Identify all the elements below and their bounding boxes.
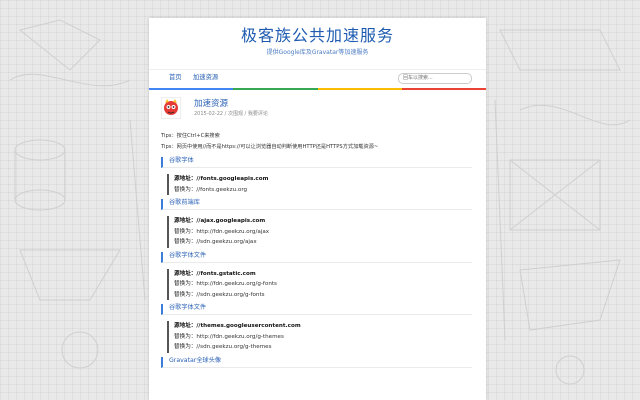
site-header: 极客族公共加速服务 提供Google库及Gravatar等加速服务	[149, 18, 486, 66]
post-views: 次围观	[227, 111, 243, 117]
replace-url: http://fdn.geekzu.org/ajax	[196, 228, 270, 235]
section-title: 谷歌前端库	[161, 199, 472, 210]
source-url: //ajax.googleapis.com	[196, 218, 266, 224]
source-line: 源地址：//fonts.googleapis.com	[174, 174, 486, 185]
replace-line: 替换为：//sdn.geekzu.org/ajax	[174, 237, 486, 248]
content-page: 极客族公共加速服务 提供Google库及Gravatar等加速服务 首页 加速资…	[149, 18, 486, 400]
post-meta: 2015-02-22 / 次围观 / 我要评论	[194, 111, 268, 118]
replace-line: 替换为：//fonts.geekzu.org	[174, 185, 486, 196]
post-header: 加速资源 2015-02-22 / 次围观 / 我要评论	[149, 97, 486, 129]
url-box: 源地址：//fonts.gstatic.com 替换为：http://fdn.g…	[167, 268, 486, 301]
source-url: //fonts.gstatic.com	[196, 270, 256, 277]
replace-url: //sdn.geekzu.org/g-themes	[196, 344, 272, 350]
replace-label: 替换为：	[174, 344, 197, 350]
source-label: 源地址：	[174, 270, 197, 277]
section-title: 谷歌字体文件	[161, 251, 472, 263]
source-url: //themes.googleusercontent.com	[196, 323, 301, 329]
replace-label: 替换为：	[174, 333, 197, 340]
post-title[interactable]: 加速资源	[194, 99, 228, 109]
section-title: 谷歌字体	[161, 157, 472, 168]
avatar-icon	[161, 97, 181, 119]
replace-line: 替换为：http://fdn.geekzu.org/g-fonts	[174, 279, 486, 290]
replace-url: //fonts.geekzu.org	[196, 186, 248, 193]
section-gravatar: Gravatar全球头像	[161, 356, 486, 368]
color-stripe-blue	[149, 88, 234, 90]
section-google-ajax: 谷歌前端库 源地址：//ajax.googleapis.com 替换为：http…	[161, 199, 486, 248]
replace-url: //sdn.geekzu.org/g-fonts	[196, 291, 265, 298]
site-title[interactable]: 极客族公共加速服务	[149, 18, 486, 46]
source-label: 源地址：	[174, 323, 197, 329]
search-input[interactable]	[398, 73, 472, 84]
tip-line: Tips：网页中使用//而不是https://可以让浏览器自动判断使用HTTP还…	[161, 144, 379, 150]
color-stripe-yellow	[317, 88, 402, 90]
section-google-fonts-static: 谷歌字体文件 源地址：//fonts.gstatic.com 替换为：http:…	[161, 251, 486, 301]
replace-url: http://fdn.geekzu.org/g-themes	[196, 333, 284, 340]
replace-line: 替换为：http://fdn.geekzu.org/ajax	[174, 227, 486, 238]
replace-url: http://fdn.geekzu.org/g-fonts	[196, 281, 277, 287]
source-url: //fonts.googleapis.com	[196, 176, 269, 182]
replace-line: 替换为：//sdn.geekzu.org/g-fonts	[174, 290, 486, 301]
section-title: Gravatar全球头像	[161, 356, 472, 368]
source-line: 源地址：//themes.googleusercontent.com	[174, 321, 486, 332]
replace-line: 替换为：http://fdn.geekzu.org/g-themes	[174, 332, 486, 343]
section-google-themes: 谷歌字体文件 源地址：//themes.googleusercontent.co…	[161, 304, 486, 353]
replace-label: 替换为：	[174, 281, 197, 287]
color-stripe	[149, 88, 486, 90]
site-subtitle: 提供Google库及Gravatar等加速服务	[266, 49, 369, 56]
tip-line: Tips：按住Ctrl+C来搜索	[161, 133, 220, 139]
source-line: 源地址：//fonts.gstatic.com	[174, 269, 486, 280]
replace-label: 替换为：	[174, 239, 197, 245]
replace-url: //sdn.geekzu.org/ajax	[196, 239, 257, 245]
post-comment-link[interactable]: 我要评论	[248, 111, 268, 117]
section-title: 谷歌字体文件	[161, 304, 472, 315]
nav-item-speed-resources[interactable]: 加速资源	[193, 74, 218, 82]
replace-label: 替换为：	[174, 228, 197, 235]
source-line: 源地址：//ajax.googleapis.com	[174, 216, 486, 227]
post-date: 2015-02-22	[194, 111, 224, 117]
replace-label: 替换为：	[174, 186, 197, 193]
nav-bar: 首页 加速资源	[149, 69, 486, 88]
section-google-fonts: 谷歌字体 源地址：//fonts.googleapis.com 替换为：//fo…	[161, 157, 486, 195]
nav-item-home[interactable]: 首页	[169, 74, 182, 82]
source-label: 源地址：	[174, 218, 197, 224]
replace-label: 替换为：	[174, 291, 197, 298]
color-stripe-green	[233, 88, 318, 90]
tips-block: Tips：按住Ctrl+C来搜索 Tips：网页中使用//而不是https://…	[161, 131, 486, 153]
color-stripe-red	[401, 88, 486, 90]
url-box: 源地址：//ajax.googleapis.com 替换为：http://fdn…	[167, 216, 486, 248]
url-box: 源地址：//themes.googleusercontent.com 替换为：h…	[167, 321, 486, 353]
source-label: 源地址：	[174, 176, 197, 182]
url-box: 源地址：//fonts.googleapis.com 替换为：//fonts.g…	[167, 174, 486, 195]
replace-line: 替换为：//sdn.geekzu.org/g-themes	[174, 342, 486, 353]
